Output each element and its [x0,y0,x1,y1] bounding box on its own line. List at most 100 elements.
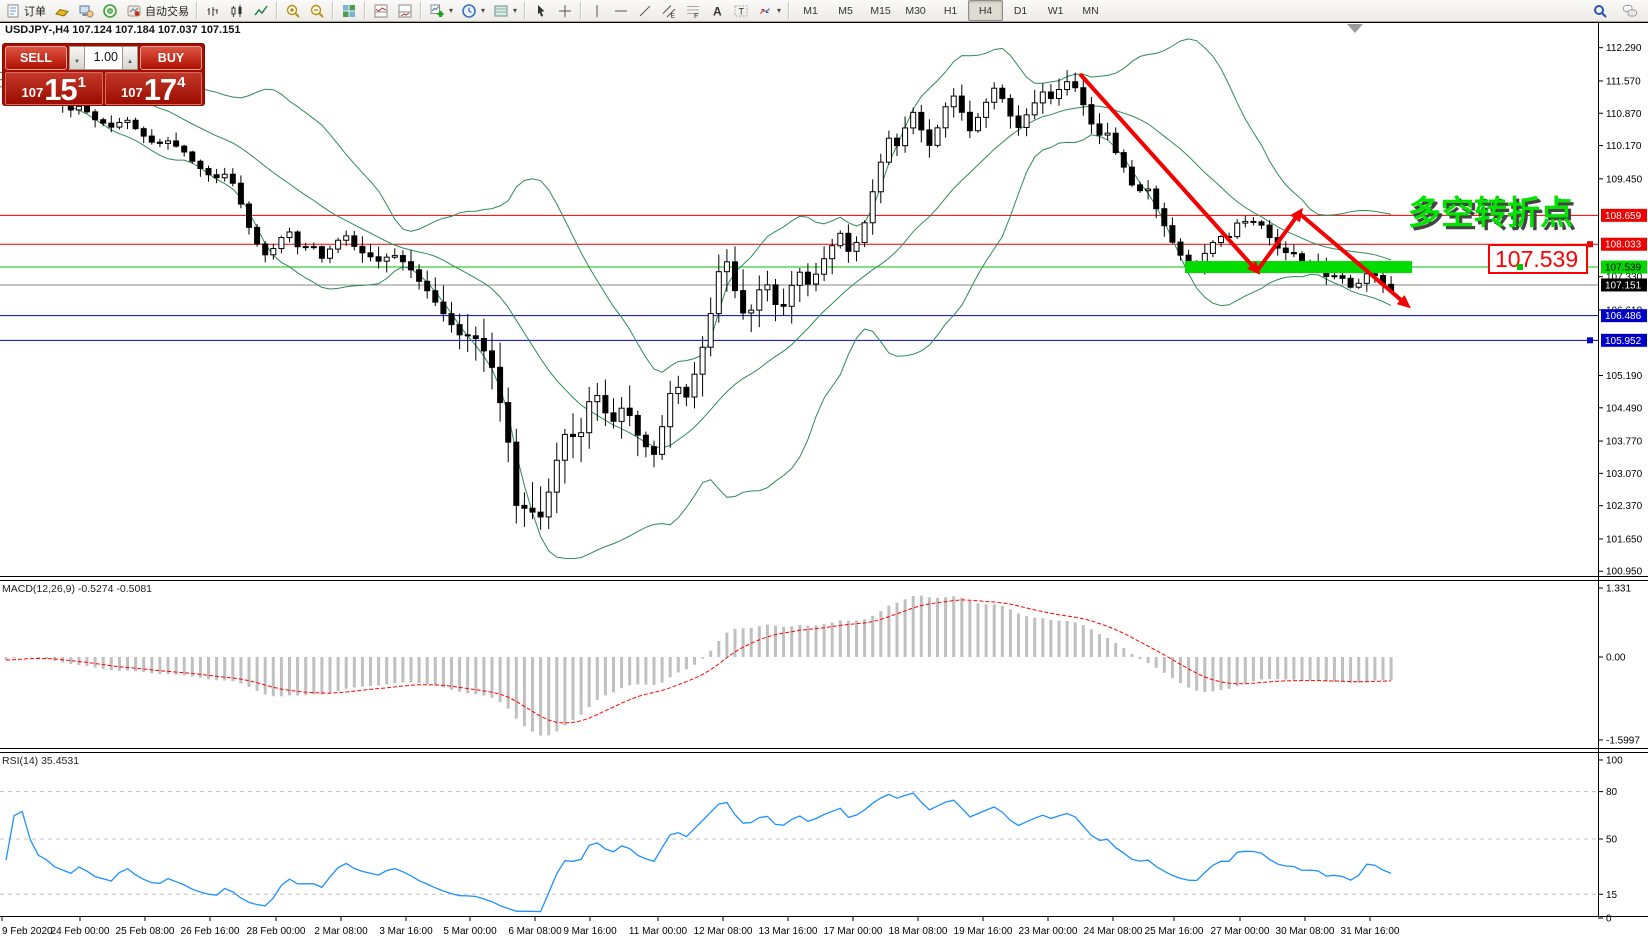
ask-pipette: 4 [177,74,185,91]
time-tick-label: 13 Mar 16:00 [759,926,818,937]
timeframe-d1[interactable]: D1 [1003,0,1038,21]
indicator-window2-button[interactable] [393,0,417,21]
crosshair-icon [557,3,573,19]
line-handle[interactable] [1587,241,1593,247]
line-handle[interactable] [1517,264,1523,270]
price-line-label-text: 106.486 [1605,311,1642,322]
svg-text:E: E [671,12,676,19]
templates-button[interactable]: ▾ [489,0,521,21]
price-tick-label: 102.370 [1606,501,1643,512]
time-tick-label: 6 Mar 08:00 [508,926,562,937]
channel-button[interactable]: E [657,0,681,21]
price-tick-label: 104.490 [1606,403,1643,414]
rsi-tick-label: 15 [1606,890,1618,901]
text-icon: A [709,3,725,19]
svg-text:T: T [739,6,745,16]
horizontal-line-icon [613,3,629,19]
time-tick-label: 25 Feb 08:00 [116,926,175,937]
time-tick-label: 19 Mar 16:00 [954,926,1013,937]
label-button[interactable]: T [729,0,753,21]
new-chart-button[interactable]: ▾ [425,0,457,21]
price-tick-label: 105.190 [1606,371,1643,382]
toolbar-separator [196,2,198,19]
crosshair-button[interactable] [553,0,577,21]
bid-price[interactable]: 107151 [5,72,103,105]
fibonacci-button[interactable]: F [681,0,705,21]
vertical-line-icon [589,3,605,19]
search-button[interactable] [1588,0,1612,21]
timeframe-m30[interactable]: M30 [898,0,933,21]
time-axis[interactable]: 9 Feb 202024 Feb 00:0025 Feb 08:0026 Feb… [2,916,1400,937]
rsi-tick-label: 50 [1606,835,1618,846]
time-tick-label: 26 Feb 16:00 [181,926,240,937]
cursor-icon [533,3,549,19]
ask-pips: 17 [144,77,176,103]
gold-button[interactable] [50,0,74,21]
time-tick-label: 28 Feb 00:00 [247,926,306,937]
zoom-out-button[interactable] [305,0,329,21]
indicator-window-button[interactable] [369,0,393,21]
ask-big-figure: 107 [121,85,143,100]
time-tick-label: 3 Mar 16:00 [379,926,433,937]
time-tick-label: 24 Feb 00:00 [51,926,110,937]
timeframe-h4[interactable]: H4 [968,0,1003,21]
price-tick-label: 112.290 [1606,43,1642,54]
support-zone-bar[interactable] [1185,261,1412,273]
periods-button[interactable]: ▾ [457,0,489,21]
price-tick-label: 101.650 [1606,534,1643,545]
timeframe-mn[interactable]: MN [1073,0,1108,21]
volume-increase-button[interactable]: ▲ [122,46,138,70]
macd-tick-label: 0.00 [1606,653,1626,664]
candlestick-icon [229,3,245,19]
time-tick-label: 17 Mar 00:00 [824,926,883,937]
zoom-in-button[interactable] [281,0,305,21]
text-button[interactable]: A [705,0,729,21]
toolbar-separator [332,2,334,19]
experts-button[interactable] [74,0,98,21]
line-handle[interactable] [1587,337,1593,343]
candlestick-button[interactable] [225,0,249,21]
timeframe-h1[interactable]: H1 [933,0,968,21]
volume-decrease-button[interactable]: ▼ [69,46,85,70]
signals-button[interactable] [98,0,122,21]
trendline-button[interactable] [633,0,657,21]
zoom-in-icon [285,3,301,19]
periods-icon [461,3,477,19]
macd-tick-label: 1.331 [1606,584,1631,595]
tile-windows-button[interactable] [337,0,361,21]
timeframe-w1[interactable]: W1 [1038,0,1073,21]
rsi-label: RSI(14) 35.4531 [2,755,79,767]
vertical-line-button[interactable] [585,0,609,21]
indicator-window-icon [373,3,389,19]
timeframe-m1[interactable]: M1 [793,0,828,21]
tile-windows-icon [341,3,357,19]
turning-point-text: 多空转折点 [1408,194,1573,231]
horizontal-line-button[interactable] [609,0,633,21]
ask-price[interactable]: 107174 [105,72,203,105]
chat-button[interactable] [1618,0,1642,21]
signal-icon [102,3,118,19]
timeframe-m15[interactable]: M15 [863,0,898,21]
time-tick-label: 12 Mar 08:00 [694,926,753,937]
volume-input[interactable]: 1.00 [85,46,122,70]
cursor-button[interactable] [529,0,553,21]
new-order-button[interactable]: 订单 [1,0,50,21]
arrows-button[interactable]: ▾ [753,0,785,21]
timeframe-m5[interactable]: M5 [828,0,863,21]
buy-button[interactable]: BUY [140,46,202,70]
trade-panel-quotes: 107151 107174 [5,72,202,105]
templates-icon [493,3,509,19]
sell-button[interactable]: SELL [5,46,67,70]
bid-pips: 15 [44,77,76,103]
bar-chart-button[interactable] [201,0,225,21]
time-tick-label: 30 Mar 08:00 [1276,926,1335,937]
chevron-down-icon: ▾ [513,6,517,15]
svg-text:F: F [694,13,698,19]
autotrading-button[interactable]: 自动交易 [122,0,193,21]
chevron-down-icon: ▾ [481,6,485,15]
new-chart-icon [429,3,445,19]
time-tick-label: 25 Mar 16:00 [1145,926,1204,937]
line-chart-button[interactable] [249,0,273,21]
fibonacci-icon: F [685,3,701,19]
rsi-tick-label: 0 [1606,914,1612,925]
